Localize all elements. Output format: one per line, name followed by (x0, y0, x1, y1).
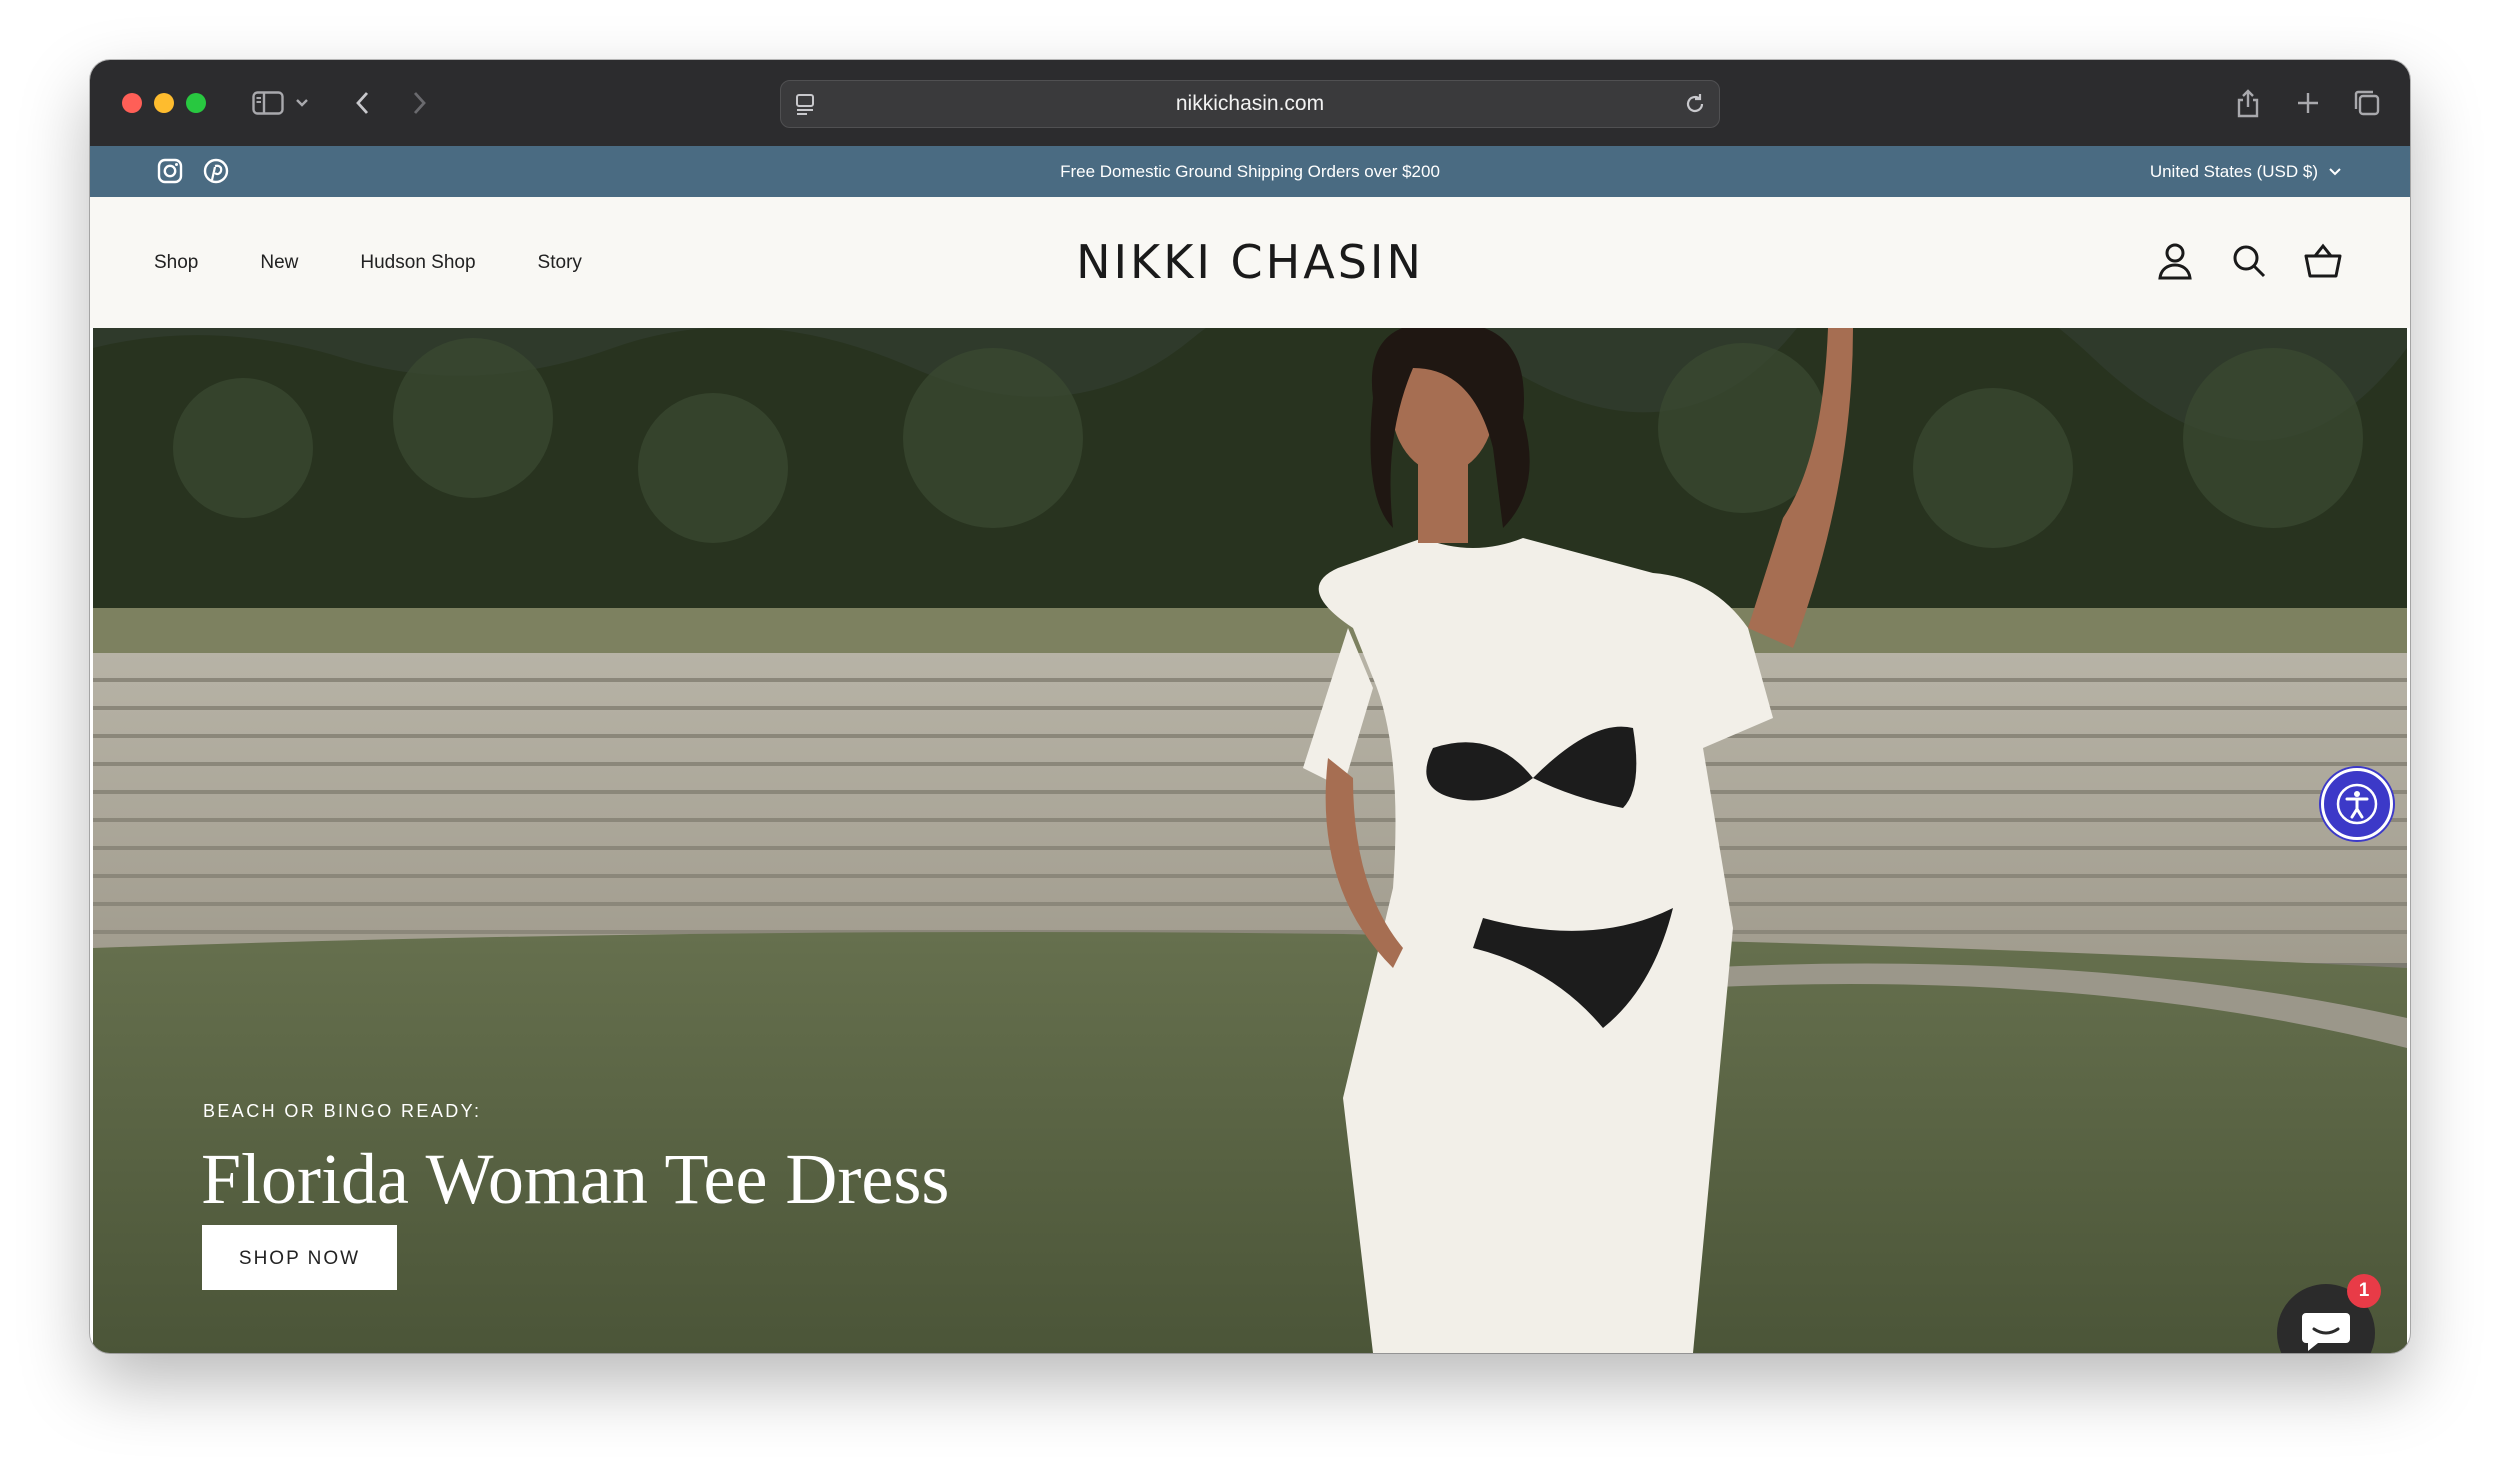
reload-icon[interactable] (1679, 83, 1711, 125)
currency-selector[interactable]: United States (USD $) (2150, 146, 2342, 197)
hero-eyebrow: BEACH OR BINGO READY: (203, 1101, 482, 1121)
announcement-bar: Free Domestic Ground Shipping Orders ove… (90, 146, 2410, 197)
hero-banner: BEACH OR BINGO READY: Florida Woman Tee … (93, 328, 2407, 1353)
shipping-message[interactable]: Free Domestic Ground Shipping Orders ove… (90, 146, 2410, 197)
account-icon[interactable] (2154, 240, 2196, 282)
site-header: Shop New Hudson Shop Story NIKKI CHASIN (90, 197, 2410, 328)
shop-now-button[interactable]: SHOP NOW (202, 1225, 397, 1290)
site-logo[interactable]: NIKKI CHASIN (90, 235, 2410, 289)
chevron-down-icon[interactable] (292, 82, 312, 124)
back-icon[interactable] (348, 82, 378, 124)
address-bar[interactable]: nikkichasin.com (780, 80, 1720, 128)
minimize-window-button[interactable] (154, 93, 174, 113)
url-text[interactable]: nikkichasin.com (781, 81, 1719, 127)
new-tab-icon[interactable] (2290, 82, 2326, 124)
browser-toolbar: nikkichasin.com (90, 60, 2410, 147)
header-actions (2154, 240, 2344, 282)
chat-badge: 1 (2347, 1274, 2381, 1308)
share-icon[interactable] (2230, 82, 2266, 124)
close-window-button[interactable] (122, 93, 142, 113)
cart-icon[interactable] (2302, 240, 2344, 282)
zoom-window-button[interactable] (186, 93, 206, 113)
sidebar-icon[interactable] (248, 82, 288, 124)
hero-title: Florida Woman Tee Dress (201, 1139, 950, 1219)
chat-icon (2300, 1307, 2352, 1354)
search-icon[interactable] (2228, 240, 2270, 282)
tabs-overview-icon[interactable] (2348, 82, 2386, 124)
currency-label: United States (USD $) (2149, 162, 2318, 181)
accessibility-icon[interactable] (2321, 768, 2393, 840)
chevron-down-icon (2328, 146, 2342, 197)
forward-icon[interactable] (404, 82, 434, 124)
browser-window: nikkichasin.com Free Domestic Ground Shi… (90, 60, 2410, 1353)
